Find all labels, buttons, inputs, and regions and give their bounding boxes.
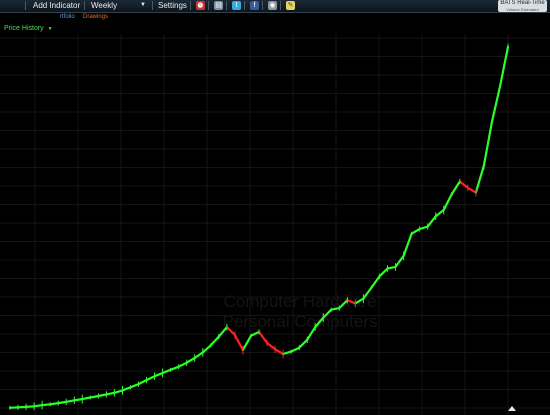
price-segment: [89, 394, 100, 399]
price-segment: [290, 346, 301, 353]
price-segment: [338, 299, 349, 310]
price-segment: [322, 308, 333, 319]
price-segment: [25, 405, 36, 408]
price-segment: [378, 267, 389, 278]
sticky-note-icon[interactable]: ✎: [286, 1, 295, 10]
chevron-down-icon[interactable]: ▼: [48, 26, 53, 32]
price-segment: [498, 45, 510, 88]
price-history-label: Price History: [4, 25, 44, 32]
price-history-dropdown[interactable]: Price History ▼: [4, 25, 53, 32]
toolbar-separator: [84, 1, 85, 10]
price-segment: [57, 400, 68, 405]
toolbar-separator: [226, 1, 227, 10]
price-segment: [193, 351, 204, 360]
toolbar-separator: [190, 1, 191, 10]
price-segment: [306, 326, 317, 341]
price-segment: [426, 215, 437, 228]
realtime-data-badge: BATS Real-Time Volume Estimated: [498, 0, 547, 12]
price-segment: [442, 193, 453, 212]
price-segment: [233, 333, 244, 352]
toolbar-separator: [152, 1, 153, 10]
price-segment: [434, 208, 445, 218]
price-segment: [73, 398, 84, 402]
price-segment: [81, 396, 92, 401]
price-segment: [185, 356, 196, 364]
chart-subbar: rtfolio Drawings: [0, 13, 550, 22]
drawings-link[interactable]: Drawings: [83, 14, 108, 20]
alarm-clock-icon[interactable]: ⏰: [196, 1, 205, 10]
price-segment: [482, 120, 493, 167]
document-icon[interactable]: ▤: [214, 1, 223, 10]
price-segment: [458, 180, 469, 189]
price-segment: [474, 164, 485, 194]
price-segment: [354, 297, 365, 305]
price-segment: [282, 350, 293, 356]
price-segment: [32, 404, 44, 408]
price-segment: [314, 316, 325, 329]
price-segment: [209, 335, 220, 347]
settings-button[interactable]: Settings: [158, 1, 187, 10]
price-segment: [410, 227, 421, 235]
price-segment: [490, 85, 502, 124]
price-segment: [169, 365, 180, 371]
price-segment: [49, 402, 60, 406]
price-segment: [217, 326, 228, 338]
price-segment: [330, 307, 341, 311]
chart-toolbar: Add Indicator Weekly ▼ Settings ⏰ ▤ t f …: [0, 0, 550, 13]
toolbar-separator: [208, 1, 209, 10]
price-segment: [402, 232, 413, 257]
chevron-down-icon[interactable]: ▼: [140, 2, 146, 8]
add-indicator-button[interactable]: Add Indicator: [33, 1, 80, 10]
price-segment: [16, 405, 28, 409]
facebook-icon[interactable]: f: [250, 1, 259, 10]
price-segment: [145, 375, 156, 382]
price-segment: [153, 371, 164, 378]
camera-icon[interactable]: ◉: [268, 1, 277, 10]
price-segment: [298, 338, 309, 349]
price-segment: [97, 393, 108, 398]
price-segment: [418, 225, 429, 231]
toolbar-separator: [244, 1, 245, 10]
price-segment: [386, 265, 397, 270]
realtime-title: BATS Real-Time: [500, 0, 545, 6]
toolbar-separator: [280, 1, 281, 10]
price-segment: [346, 299, 357, 305]
price-segment: [466, 186, 477, 194]
interval-dropdown[interactable]: Weekly: [91, 1, 117, 10]
toolbar-separator: [25, 1, 26, 10]
toolbar-separator: [262, 1, 263, 10]
portfolio-link[interactable]: rtfolio: [60, 14, 75, 20]
scroll-up-icon[interactable]: [508, 406, 516, 411]
realtime-subtitle: Volume Estimated: [506, 7, 539, 12]
price-segment: [40, 403, 52, 407]
price-segment: [394, 254, 405, 268]
twitter-icon[interactable]: t: [232, 1, 241, 10]
price-segment: [137, 379, 148, 386]
price-segment: [105, 391, 116, 396]
price-segment: [265, 341, 277, 351]
price-segment: [177, 361, 188, 368]
price-segment: [65, 399, 76, 403]
price-segment: [450, 180, 461, 196]
price-segment: [129, 383, 140, 389]
price-segment: [274, 348, 285, 356]
price-chart[interactable]: [0, 34, 550, 415]
